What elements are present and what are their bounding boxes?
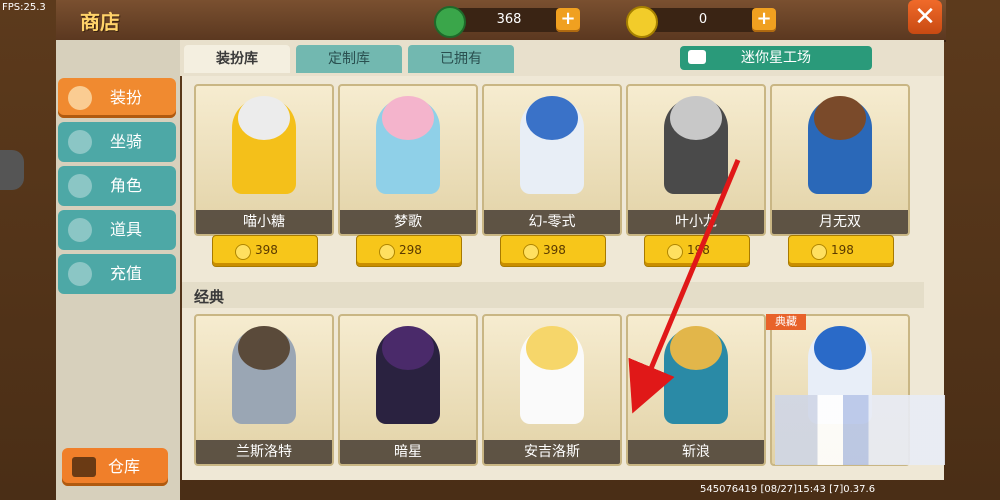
version: [7]0.37.6 <box>829 484 876 495</box>
red-arrow-annotation <box>628 159 741 414</box>
game-screen: FPS:25.3 商店 368 + 0 + ✕ 装扮 坐骑 角色 道具 充值 仓… <box>0 0 1000 500</box>
footer-info: 545076419 [08/27]15:43 [7]0.37.6 <box>700 484 875 495</box>
footer-date: [08/27]15:43 <box>760 484 826 495</box>
user-id: 545076419 <box>700 484 758 495</box>
